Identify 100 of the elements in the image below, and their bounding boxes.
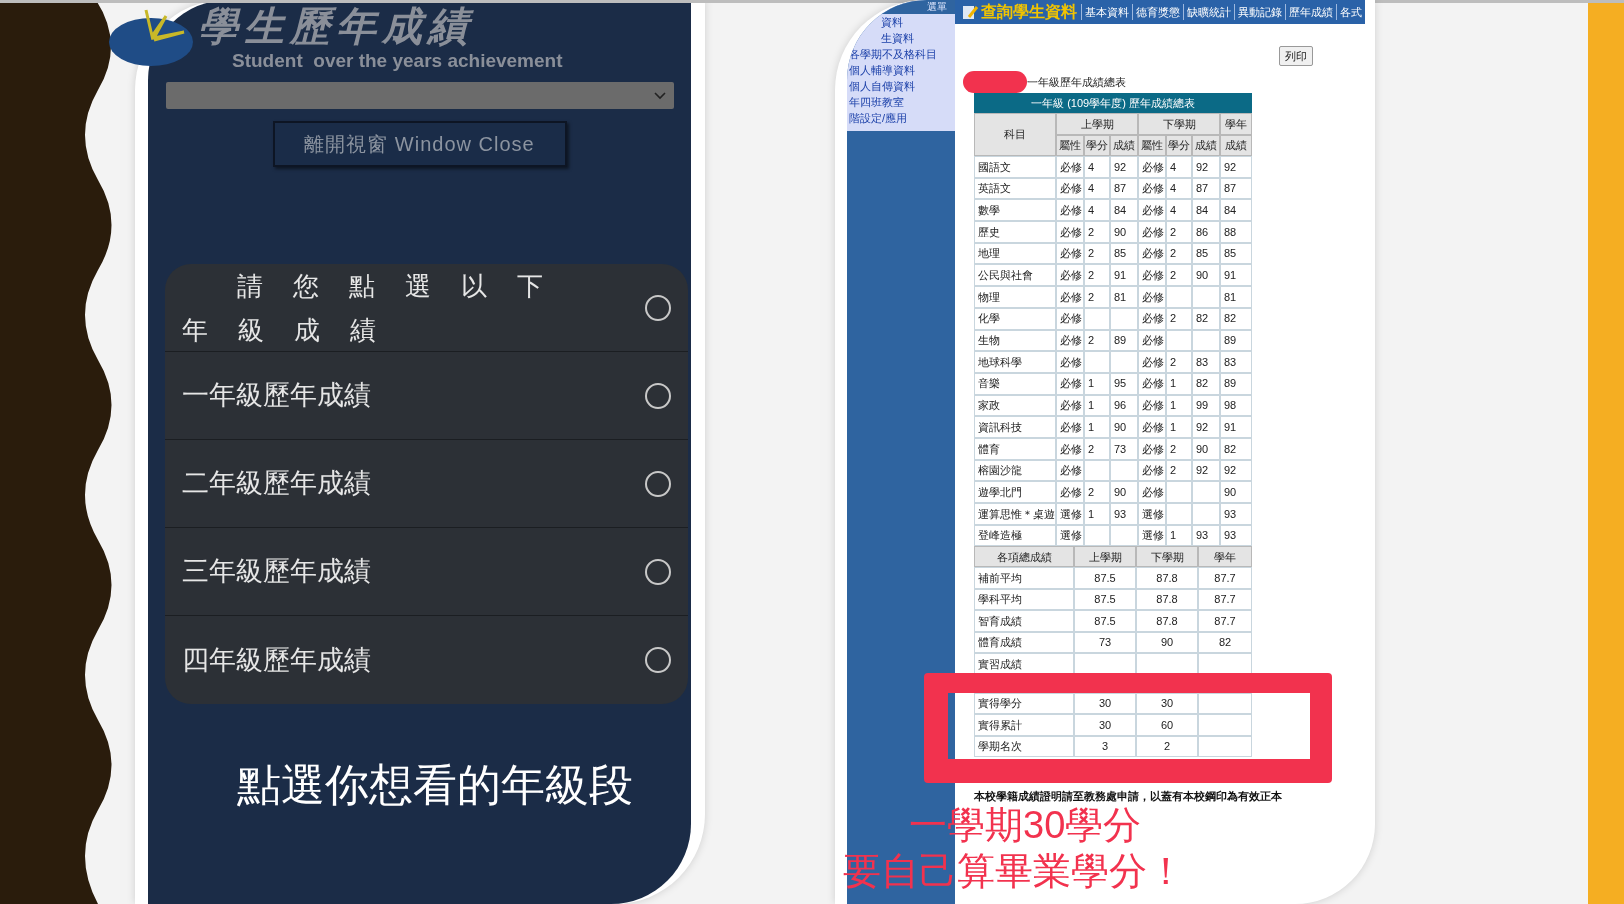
sidebar-link[interactable]: 生資料 — [847, 30, 955, 46]
nav-title[interactable]: 查詢學生資料 — [981, 0, 1077, 24]
table-cell: 4 — [1084, 156, 1110, 178]
table-cell: 智育成績 — [974, 610, 1074, 632]
table-cell: 必修 — [1138, 481, 1166, 503]
nav-link[interactable]: 各式 — [1336, 3, 1365, 21]
redaction-mark — [963, 71, 1027, 93]
table-cell: 2 — [1084, 329, 1110, 352]
radio-button[interactable] — [645, 647, 671, 673]
nav-link[interactable]: 德育獎懲 — [1132, 3, 1183, 21]
nav-link[interactable]: 異動記錄 — [1234, 3, 1285, 21]
table-cell: 2 — [1166, 221, 1192, 243]
table-cell — [1192, 329, 1220, 352]
table-cell — [1166, 286, 1192, 308]
table-cell: 90 — [1192, 264, 1220, 287]
table-cell: 化學 — [974, 307, 1056, 330]
nav-link[interactable]: 歷年成績 — [1285, 3, 1336, 21]
column-header: 成績 — [1110, 135, 1138, 156]
table-cell: 99 — [1192, 394, 1220, 417]
table-cell: 93 — [1220, 503, 1252, 525]
sidebar-link[interactable]: 資料 — [847, 14, 955, 30]
sidebar-link[interactable]: 年四班教室 — [847, 94, 955, 110]
table-cell: 1 — [1166, 524, 1192, 547]
radio-button[interactable] — [645, 470, 671, 497]
table-cell — [1084, 524, 1110, 547]
nav-link[interactable]: 基本資料 — [1081, 3, 1132, 21]
table-cell: 必修 — [1056, 286, 1084, 308]
table-cell: 30 — [1136, 692, 1198, 715]
table-cell: 登峰造極 — [974, 524, 1056, 547]
table-cell: 地球科學 — [974, 351, 1056, 373]
table-cell — [1192, 503, 1220, 525]
table-cell: 2 — [1084, 221, 1110, 243]
table-cell: 體育 — [974, 437, 1056, 460]
column-header: 下學期 — [1138, 113, 1220, 135]
table-cell: 95 — [1110, 372, 1138, 395]
table-cell: 物理 — [974, 286, 1056, 308]
table-cell: 實得累計 — [974, 714, 1074, 736]
table-cell: 91 — [1220, 264, 1252, 287]
table-cell — [1110, 351, 1138, 373]
table-cell: 實得學分 — [974, 692, 1074, 715]
dialog-title-row[interactable]: 請您點選以下年級成績 — [165, 264, 688, 352]
table-cell: 92 — [1220, 459, 1252, 482]
table-cell: 82 — [1192, 372, 1220, 395]
table-cell: 83 — [1192, 351, 1220, 373]
table-cell: 4 — [1166, 199, 1192, 222]
grade-option[interactable]: 四年級歷年成績 — [165, 616, 688, 704]
table-cell: 必修 — [1056, 329, 1084, 352]
table-cell — [1192, 481, 1220, 503]
table-cell — [1166, 481, 1192, 503]
radio-button[interactable] — [645, 294, 671, 321]
table-cell: 87.5 — [1074, 567, 1136, 589]
table-cell: 84 — [1110, 199, 1138, 222]
table-cell: 87.7 — [1198, 567, 1252, 589]
table-cell: 87.8 — [1136, 567, 1198, 589]
table-cell: 2 — [1166, 307, 1192, 330]
nav-link[interactable]: 缺曠統計 — [1183, 3, 1234, 21]
table-cell: 選修 — [1056, 524, 1084, 547]
table-cell: 英語文 — [974, 177, 1056, 200]
table-cell: 2 — [1136, 735, 1198, 758]
table-cell: 82 — [1220, 307, 1252, 330]
table-cell: 93 — [1220, 524, 1252, 547]
table-cell: 84 — [1192, 199, 1220, 222]
table-cell: 必修 — [1056, 437, 1084, 460]
dialog-title: 請您點選以下年級成績 — [182, 269, 574, 347]
table-cell: 98 — [1220, 394, 1252, 417]
table-cell: 85 — [1192, 242, 1220, 265]
print-button[interactable]: 列印 — [1279, 46, 1313, 66]
radio-button[interactable] — [645, 382, 671, 409]
table-cell: 2 — [1084, 481, 1110, 503]
sidebar-link[interactable]: 個人自傳資料 — [847, 78, 955, 94]
grade-option[interactable]: 三年級歷年成績 — [165, 528, 688, 616]
sidebar-link[interactable]: 個人輔導資料 — [847, 62, 955, 78]
column-header: 上學期 — [1056, 113, 1138, 135]
table-cell: 選修 — [1138, 524, 1166, 547]
table-cell: 30 — [1074, 714, 1136, 736]
radio-button[interactable] — [645, 558, 671, 585]
sidebar-link[interactable]: 階設定/應用 — [847, 110, 955, 126]
table-cell — [1110, 459, 1138, 482]
table-cell: 必修 — [1056, 199, 1084, 222]
table-cell: 1 — [1084, 416, 1110, 438]
table-cell — [1084, 307, 1110, 330]
grade-option[interactable]: 二年級歷年成績 — [165, 440, 688, 528]
table-cell: 85 — [1110, 242, 1138, 265]
table-cell: 數學 — [974, 199, 1056, 222]
table-cell: 必修 — [1138, 221, 1166, 243]
table-cell: 93 — [1110, 503, 1138, 525]
table-cell: 必修 — [1138, 177, 1166, 200]
table-cell: 2 — [1166, 459, 1192, 482]
table-cell: 90 — [1192, 437, 1220, 460]
table-cell: 82 — [1198, 631, 1252, 654]
table-cell: 必修 — [1056, 177, 1084, 200]
table-cell: 必修 — [1056, 351, 1084, 373]
window-close-button[interactable]: 離開視窗 Window Close — [272, 121, 567, 167]
grade-option[interactable]: 一年級歷年成績 — [165, 352, 688, 440]
table-cell: 88 — [1220, 221, 1252, 243]
table-cell: 必修 — [1138, 372, 1166, 395]
table-cell: 92 — [1192, 156, 1220, 178]
table-cell: 90 — [1110, 416, 1138, 438]
table-cell: 82 — [1192, 307, 1220, 330]
sidebar-link[interactable]: 各學期不及格科目 — [847, 46, 955, 62]
